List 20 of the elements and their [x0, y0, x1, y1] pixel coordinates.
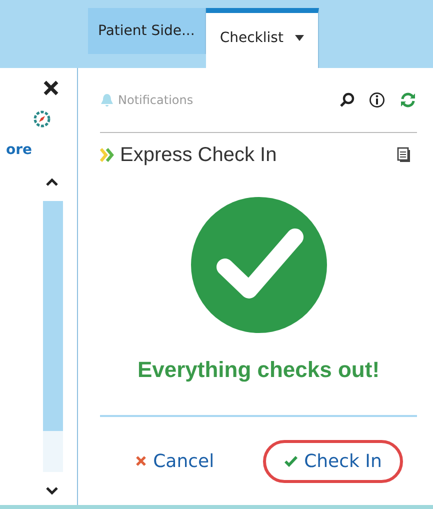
check-circle-icon: [190, 197, 326, 333]
more-link[interactable]: ore: [6, 142, 32, 158]
info-icon[interactable]: [369, 92, 385, 108]
section-title: Express Check In: [120, 144, 278, 166]
close-icon[interactable]: [43, 80, 59, 96]
cancel-button[interactable]: Cancel: [114, 440, 236, 482]
check-in-button[interactable]: Check In: [263, 440, 403, 482]
check-icon: [284, 455, 298, 467]
chevrons-icon: [100, 148, 116, 162]
refresh-icon[interactable]: [399, 91, 417, 109]
success-message: Everything checks out!: [137, 357, 380, 383]
search-icon[interactable]: [339, 92, 355, 108]
scroll-up-icon[interactable]: [45, 178, 59, 187]
tab[interactable]: Checklist: [206, 8, 320, 68]
scroll-down-icon[interactable]: [45, 486, 59, 495]
bell-icon: [100, 93, 114, 107]
compass-icon[interactable]: [33, 110, 51, 128]
close-icon: [135, 455, 148, 467]
documents-icon[interactable]: [397, 147, 411, 163]
tab[interactable]: Patient Side...: [88, 8, 206, 54]
